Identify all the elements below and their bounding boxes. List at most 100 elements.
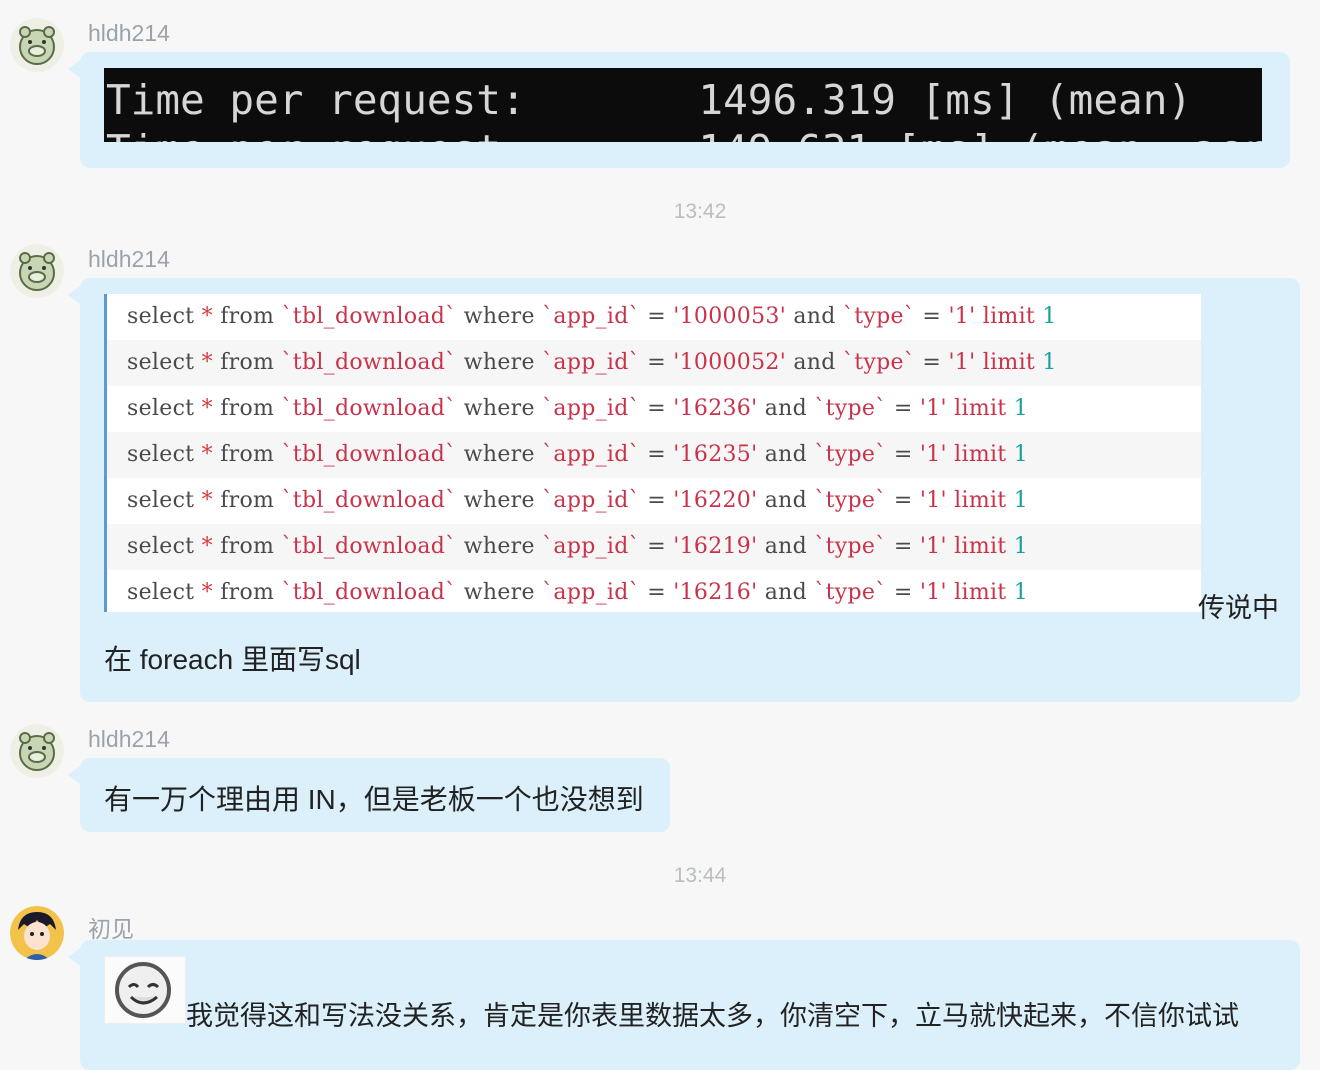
sql-token: and: [764, 442, 808, 467]
code-line: select * from `tbl_download` where `app_…: [107, 294, 1201, 340]
bubble-tail: [68, 286, 80, 304]
sql-token: `type`: [842, 304, 916, 329]
sql-token: =: [893, 580, 913, 605]
sql-token: *: [201, 534, 213, 559]
sql-token: `type`: [814, 488, 887, 513]
sql-token: 1: [1042, 304, 1057, 329]
message-bubble[interactable]: select * from `tbl_download` where `app_…: [68, 278, 1300, 702]
sql-token: `tbl_download`: [281, 396, 457, 421]
pig-avatar-icon: [10, 18, 64, 72]
sql-code-screenshot[interactable]: select * from `tbl_download` where `app_…: [104, 294, 1201, 612]
sql-token: '1': [919, 488, 947, 513]
sql-token: =: [647, 396, 666, 421]
bubble-tail: [68, 948, 80, 966]
side-note-text: 传说中: [1198, 593, 1279, 623]
sql-token: `tbl_download`: [281, 488, 457, 513]
sql-token: 1: [1013, 488, 1029, 513]
code-line: select * from `tbl_download` where `app_…: [107, 478, 1201, 524]
sql-token: =: [647, 534, 666, 559]
sql-token: limit: [954, 534, 1007, 559]
sql-token: where: [463, 396, 535, 421]
sql-token: `app_id`: [542, 350, 640, 375]
sql-token: =: [647, 442, 666, 467]
sql-value: '16219': [673, 534, 758, 559]
sql-token: *: [201, 350, 213, 375]
sql-token: '1': [948, 350, 976, 375]
bubble-tail: [68, 766, 80, 784]
anime-avatar-icon: [10, 906, 64, 960]
sql-token: and: [764, 580, 808, 605]
sql-token: 1: [1013, 580, 1029, 605]
sender-name: hldh214: [88, 20, 170, 46]
sql-value: '16216': [673, 580, 758, 605]
sql-token: =: [922, 304, 942, 329]
message-bubble[interactable]: Time per request: 1496.319 [ms] (mean) T…: [68, 52, 1290, 168]
sql-token: select: [127, 442, 195, 467]
avatar[interactable]: [10, 18, 64, 72]
sql-token: *: [201, 488, 213, 513]
sql-token: *: [201, 580, 213, 605]
sql-token: `app_id`: [542, 304, 640, 329]
sql-token: 1: [1013, 442, 1029, 467]
sql-token: `app_id`: [542, 534, 640, 559]
avatar[interactable]: [10, 244, 64, 298]
timestamp: 13:42: [673, 200, 727, 223]
sql-token: limit: [982, 304, 1036, 329]
avatar[interactable]: [10, 906, 64, 960]
terminal-screenshot[interactable]: Time per request: 1496.319 [ms] (mean) T…: [104, 68, 1262, 142]
sql-value: '16235': [673, 442, 758, 467]
sql-token: select: [127, 534, 195, 559]
sticker-image[interactable]: [104, 956, 186, 1024]
sql-token: select: [127, 350, 195, 375]
sql-token: limit: [954, 396, 1007, 421]
sql-token: `type`: [814, 396, 887, 421]
sql-token: from: [220, 534, 275, 559]
code-line: select * from `tbl_download` where `app_…: [107, 432, 1201, 478]
sql-token: where: [463, 534, 535, 559]
sql-token: limit: [954, 580, 1007, 605]
sql-token: where: [463, 488, 535, 513]
code-line: select * from `tbl_download` where `app_…: [107, 386, 1201, 432]
sql-token: where: [463, 580, 535, 605]
sql-token: `app_id`: [542, 442, 640, 467]
sql-token: 1: [1042, 350, 1057, 375]
sql-token: from: [220, 488, 275, 513]
sql-token: from: [220, 580, 275, 605]
sql-token: limit: [954, 442, 1007, 467]
sql-token: and: [793, 304, 836, 329]
sender-name: 初见: [88, 916, 134, 942]
sql-token: `type`: [814, 580, 887, 605]
sql-token: from: [220, 304, 275, 329]
bubble-tail: [68, 60, 80, 78]
sql-token: `tbl_download`: [281, 580, 457, 605]
sql-token: `app_id`: [542, 580, 640, 605]
sql-token: select: [127, 304, 195, 329]
sql-token: '1': [919, 534, 947, 559]
sql-value: '1000052': [673, 350, 787, 375]
sql-token: =: [893, 534, 913, 559]
sql-token: `tbl_download`: [281, 442, 457, 467]
code-line: select * from `tbl_download` where `app_…: [107, 524, 1201, 570]
sql-token: =: [647, 580, 666, 605]
sql-token: `type`: [814, 534, 887, 559]
sql-token: `tbl_download`: [281, 350, 457, 375]
sql-token: '1': [948, 304, 976, 329]
sql-token: =: [647, 488, 666, 513]
sql-token: 1: [1013, 534, 1029, 559]
sql-token: select: [127, 396, 195, 421]
sql-token: =: [647, 304, 666, 329]
sql-token: `type`: [842, 350, 916, 375]
sql-token: select: [127, 580, 195, 605]
message-bubble[interactable]: 我觉得这和写法没关系，肯定是你表里数据太多，你清空下，立马就快起来，不信你试试: [68, 940, 1300, 1070]
timestamp: 13:44: [673, 864, 727, 887]
message-text: 在 foreach 里面写sql: [104, 644, 361, 675]
avatar[interactable]: [10, 724, 64, 778]
pig-avatar-icon: [10, 724, 64, 778]
sql-token: 1: [1013, 396, 1029, 421]
sql-token: `app_id`: [542, 488, 640, 513]
sql-token: =: [893, 442, 913, 467]
sql-token: =: [922, 350, 942, 375]
pig-avatar-icon: [10, 244, 64, 298]
sender-name: hldh214: [88, 726, 170, 752]
message-bubble[interactable]: 有一万个理由用 IN，但是老板一个也没想到: [68, 758, 670, 832]
